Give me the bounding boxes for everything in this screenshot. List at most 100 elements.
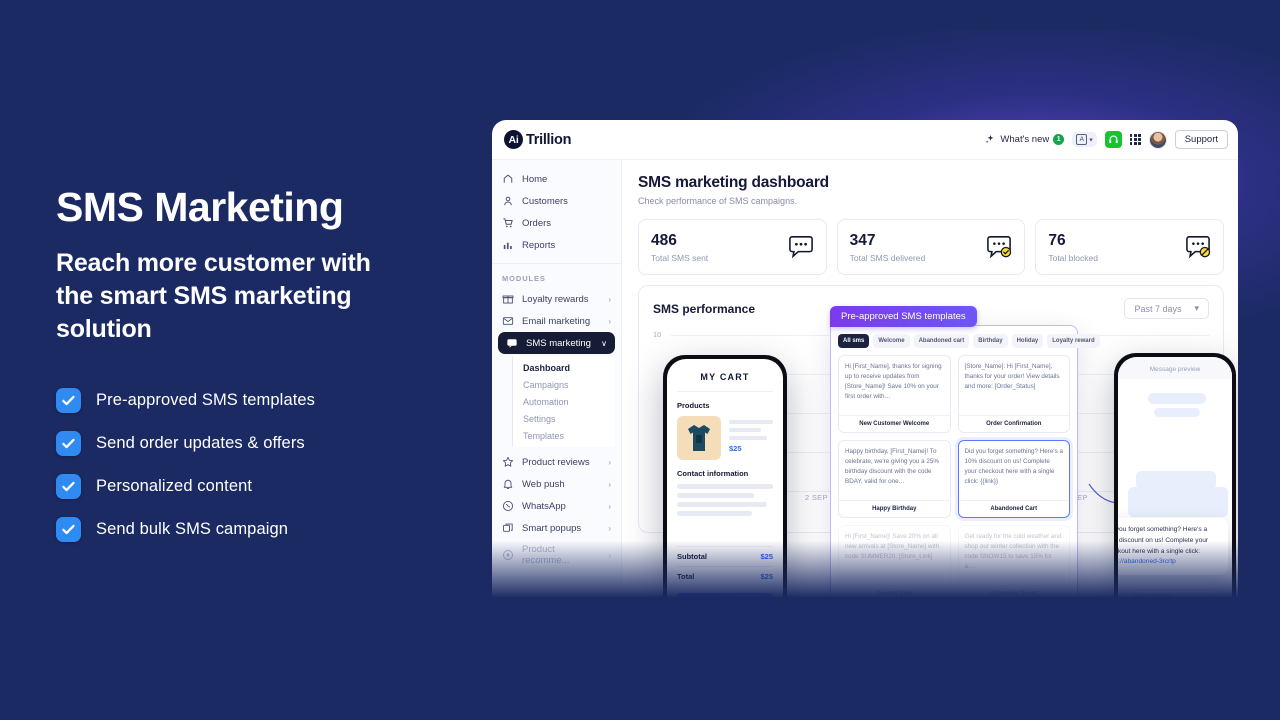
sidebar-item-label: Product reviews [522,456,590,468]
total-row: Total $25 [667,567,783,586]
sidebar-subitem-automation[interactable]: Automation [523,393,615,410]
sidebar-item-label: Customers [522,195,568,207]
chevron-right-icon: › [608,523,611,533]
templates-badge: Pre-approved SMS templates [830,306,977,327]
sidebar-item-email-marketing[interactable]: Email marketing › [492,310,621,332]
check-icon [56,431,81,457]
template-card-happy-birthday[interactable]: Happy birthday, [First_Name]! To celebra… [838,440,951,518]
app-logo[interactable]: Ai Trillion [504,130,571,149]
stat-value: 76 [1048,231,1066,249]
bar-chart-icon [502,239,514,251]
send-icon[interactable]: ➤ [1209,592,1216,599]
check-icon [56,517,81,543]
template-card-season-sale[interactable]: Hi [First_Name]! Save 20% on all new arr… [838,525,951,598]
template-title: Order Confirmation [958,415,1069,432]
sidebar-item-label: Loyalty rewards [522,293,589,305]
support-button[interactable]: Support [1174,130,1228,149]
feature-label: Send bulk SMS campaign [96,520,289,539]
chevron-right-icon: › [608,457,611,467]
tab-welcome[interactable]: Welcome [873,334,910,348]
tab-all-sms[interactable]: All sms [838,334,870,348]
template-card-new-customer-welcome[interactable]: Hi [First_Name], thanks for signing up t… [838,355,951,433]
list-item: Personalized content [56,474,476,500]
stat-label: Total blocked [1048,252,1098,263]
sidebar-item-customers[interactable]: Customers [492,190,621,212]
sidebar-item-reports[interactable]: Reports [492,234,621,256]
template-card-abandoned-cart[interactable]: Did you forget something? Here's a 10% d… [957,440,1070,518]
whats-new-button[interactable]: What's new 1 [985,134,1065,145]
sidebar-item-smart-popups[interactable]: Smart popups › [492,517,621,539]
whatsapp-icon [502,500,514,512]
template-grid: Hi [First_Name], thanks for signing up t… [838,355,1070,598]
avatar[interactable] [1148,130,1167,149]
sidebar-item-product-reviews[interactable]: Product reviews › [492,451,621,473]
template-card-upcoming-event[interactable]: Get ready for the cold weather and shop … [957,525,1070,598]
sidebar-item-product-recommendations[interactable]: Product recomme... › [492,539,621,571]
sidebar-item-sms-marketing[interactable]: SMS marketing ∨ [498,332,615,354]
total-value: $25 [760,572,773,581]
y-axis-tick: 10 [653,330,662,339]
template-body: [Store_Name]: Hi [First_Name], thanks fo… [964,363,1060,390]
tab-abandoned-cart[interactable]: Abandoned cart [913,334,970,348]
feature-label: Send order updates & offers [96,434,305,453]
chevron-right-icon: › [608,501,611,511]
sidebar-item-home[interactable]: Home [492,168,621,190]
template-body: Did you forget something? Here's a 10% d… [964,448,1064,485]
feature-label: Personalized content [96,477,253,496]
sidebar-subitem-templates[interactable]: Templates [523,427,615,444]
date-range-dropdown[interactable]: Past 7 days ▾ [1124,298,1209,319]
support-headset-icon[interactable] [1104,131,1122,148]
sidebar-item-label: Web push [522,478,565,490]
template-card-order-confirmation[interactable]: [Store_Name]: Hi [First_Name], thanks fo… [957,355,1070,433]
sms-message-link[interactable]: https://abandoned-3rcrtp [1118,558,1176,565]
sidebar-section-label: MODULES [492,263,621,288]
sidebar-subitem-campaigns[interactable]: Campaigns [523,376,615,393]
sidebar-subitem-settings[interactable]: Settings [523,410,615,427]
subtotal-label: Subtotal [677,552,707,561]
check-icon [56,474,81,500]
product-row: $25 [667,416,783,460]
feature-label: Pre-approved SMS templates [96,391,316,410]
contact-skeleton [667,484,783,516]
text-message-input[interactable]: Text message ➤ [1126,589,1224,598]
sidebar-item-label: WhatsApp [522,500,566,512]
checkout-button[interactable]: CHECKOUT [677,593,773,598]
stat-label: Total SMS delivered [849,252,926,263]
tab-birthday[interactable]: Birthday [973,334,1008,348]
sidebar-item-whatsapp[interactable]: WhatsApp › [492,495,621,517]
sidebar-item-label: Orders [522,217,552,229]
text-message-placeholder: Text message [1134,593,1172,598]
stat-card-total-sms-delivered: 347 Total SMS delivered [836,219,1026,275]
message-preview-title: Message preview [1118,357,1232,379]
chevron-down-icon: ▾ [1089,136,1093,144]
dashboard-subtitle: Check performance of SMS campaigns. [638,196,798,206]
sidebar-subitem-dashboard[interactable]: Dashboard [523,359,615,376]
template-title: Happy Birthday [839,500,950,517]
feature-list: Pre-approved SMS templates Send order up… [56,388,476,543]
stat-card-total-blocked: 76 Total blocked [1035,219,1225,275]
sidebar-item-loyalty-rewards[interactable]: Loyalty rewards › [492,288,621,310]
sidebar-item-label: Reports [522,239,556,251]
template-body: Happy birthday, [First_Name]! To celebra… [845,448,939,485]
pre-approved-templates-panel: Pre-approved SMS templates All sms Welco… [830,306,1100,598]
sms-message-text: Did you forget something? Here's a 10% d… [1118,526,1209,555]
sidebar-item-web-push[interactable]: Web push › [492,473,621,495]
apps-grid-icon[interactable] [1129,134,1141,145]
sidebar-item-orders[interactable]: Orders [492,212,621,234]
product-price: $25 [729,444,742,453]
sidebar-submenu: Dashboard Campaigns Automation Settings … [512,356,615,447]
tab-loyalty-reward[interactable]: Loyalty reward [1047,334,1100,348]
stat-label: Total SMS sent [651,252,709,263]
check-icon [56,388,81,414]
list-item: Send order updates & offers [56,431,476,457]
product-image [677,416,721,460]
total-label: Total [677,572,695,581]
date-range-value: Past 7 days [1134,303,1182,314]
template-body: Get ready for the cold weather and shop … [964,533,1062,570]
tab-holiday[interactable]: Holiday [1011,334,1044,348]
hero-panel: SMS Marketing Reach more customer with t… [56,185,476,560]
template-title: New Customer Welcome [839,415,950,432]
products-label: Products [677,401,710,410]
language-selector[interactable]: A ▾ [1072,132,1097,147]
message-preview-phone-mockup: Message preview Did you forget something… [1114,353,1236,598]
